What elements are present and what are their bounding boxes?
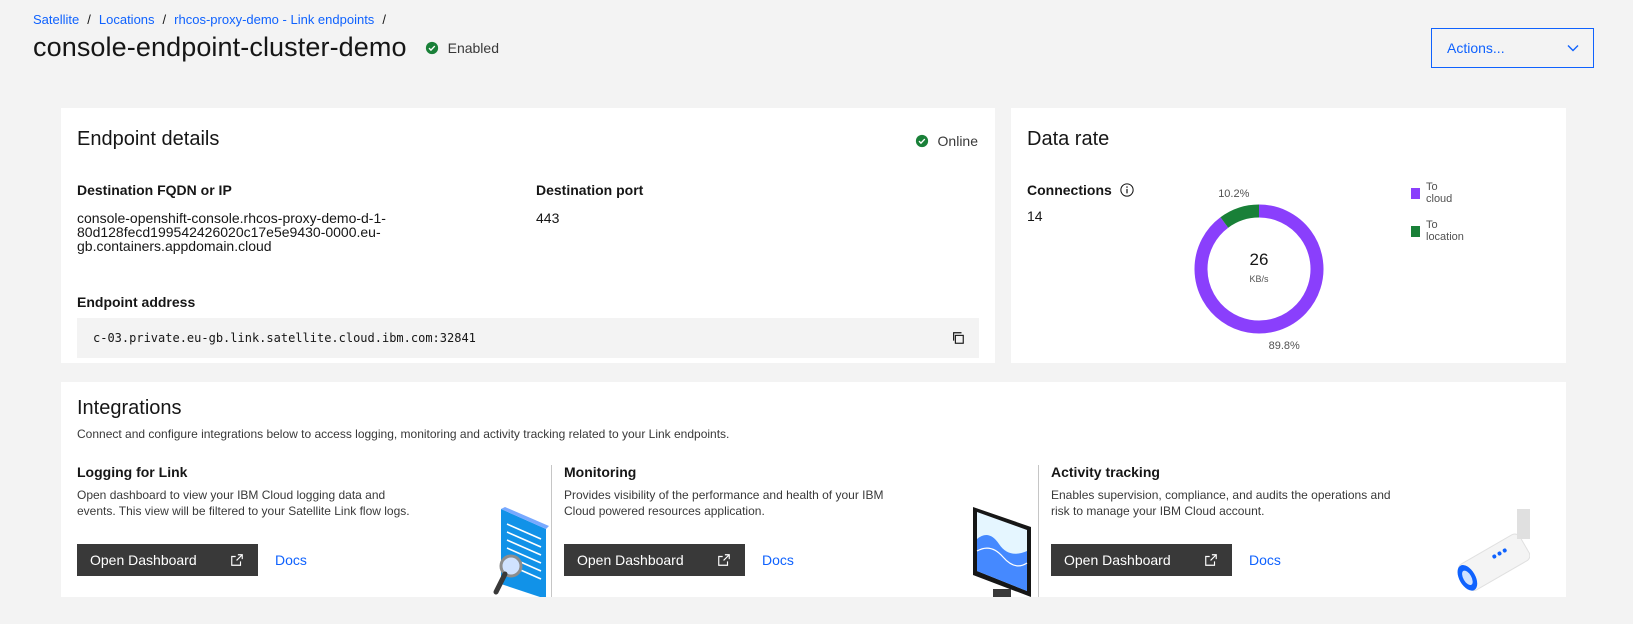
actions-dropdown-label: Actions... [1447, 40, 1505, 56]
open-dashboard-button[interactable]: Open Dashboard [1051, 544, 1232, 576]
integrations-subtitle: Connect and configure integrations below… [77, 427, 730, 441]
fqdn-line: console-openshift-console.rhcos-proxy-de… [77, 210, 386, 226]
integration-title: Monitoring [564, 464, 637, 480]
open-dashboard-button[interactable]: Open Dashboard [564, 544, 745, 576]
connections-label: Connections [1027, 182, 1112, 198]
breadcrumb-separator: / [87, 12, 91, 27]
donut-slice-label: 89.8% [1269, 340, 1300, 352]
checkmark-filled-icon [915, 134, 928, 148]
donut-center-unit: KB/s [1249, 274, 1269, 284]
integration-title: Activity tracking [1051, 464, 1160, 480]
docs-link[interactable]: Docs [762, 552, 794, 568]
endpoint-address-label: Endpoint address [77, 294, 196, 310]
endpoint-details-card: Endpoint details Online Destination FQDN… [61, 108, 995, 363]
open-dashboard-label: Open Dashboard [1064, 552, 1171, 568]
fqdn-line: 80d128fecd199542426020c17e5e9430-0000.eu… [77, 224, 381, 240]
checkmark-filled-icon [425, 41, 438, 54]
integration-logging: Logging for Link Open dashboard to view … [61, 464, 551, 597]
breadcrumb: Satellite / Locations / rhcos-proxy-demo… [33, 12, 386, 27]
legend-label: To cloud [1426, 181, 1453, 205]
data-rate-card: Data rate Connections 14 89.8% 10.2% 26 K… [1011, 108, 1566, 363]
breadcrumb-link-link-endpoints[interactable]: rhcos-proxy-demo - Link endpoints [174, 12, 374, 27]
connections-value: 14 [1027, 208, 1043, 224]
page-header: console-endpoint-cluster-demo Enabled [33, 32, 499, 63]
open-dashboard-button[interactable]: Open Dashboard [77, 544, 258, 576]
chart-legend: To cloud To location [1411, 181, 1464, 257]
online-label: Online [937, 133, 978, 149]
page-title: console-endpoint-cluster-demo [33, 32, 407, 62]
legend-item-to-location[interactable]: To location [1411, 219, 1464, 243]
breadcrumb-link-locations[interactable]: Locations [99, 12, 155, 27]
data-rate-heading: Data rate [1027, 128, 1110, 150]
chevron-down-icon [1567, 45, 1579, 52]
integration-description: Enables supervision, compliance, and aud… [1051, 488, 1391, 518]
legend-swatch [1411, 188, 1420, 199]
fqdn-label: Destination FQDN or IP [77, 182, 232, 198]
integration-title: Logging for Link [77, 464, 188, 480]
integration-description: Provides visibility of the performance a… [564, 488, 884, 518]
endpoint-address-value: c-03.private.eu-gb.link.satellite.cloud.… [93, 331, 476, 345]
copy-icon [953, 332, 964, 344]
launch-icon [718, 554, 730, 566]
monitoring-illustration [973, 507, 1031, 597]
open-dashboard-label: Open Dashboard [577, 552, 684, 568]
status-badge: Enabled [425, 40, 499, 56]
port-value: 443 [536, 210, 560, 226]
docs-link[interactable]: Docs [1249, 552, 1281, 568]
open-dashboard-label: Open Dashboard [90, 552, 197, 568]
integration-monitoring: Monitoring Provides visibility of the pe… [548, 464, 1038, 597]
info-icon[interactable] [1120, 183, 1134, 197]
activity-tracking-illustration [1457, 509, 1530, 592]
legend-item-to-cloud[interactable]: To cloud [1411, 181, 1464, 205]
connections-label-row: Connections [1027, 182, 1134, 198]
integrations-heading: Integrations [77, 397, 182, 419]
copy-button[interactable] [949, 329, 967, 347]
fqdn-line: gb.containers.appdomain.cloud [77, 238, 272, 254]
breadcrumb-separator: / [162, 12, 167, 27]
docs-link[interactable]: Docs [275, 552, 307, 568]
endpoint-address-field: c-03.private.eu-gb.link.satellite.cloud.… [77, 318, 979, 358]
legend-swatch [1411, 226, 1420, 237]
donut-slice-to-location[interactable] [1220, 204, 1260, 228]
launch-icon [231, 554, 243, 566]
actions-dropdown[interactable]: Actions... [1431, 28, 1594, 68]
donut-slice-to-cloud[interactable] [1194, 204, 1324, 334]
integration-description: Open dashboard to view your IBM Cloud lo… [77, 488, 410, 518]
endpoint-details-heading: Endpoint details [77, 128, 220, 150]
status-text: Enabled [447, 39, 499, 56]
integrations-card: Integrations Connect and configure integ… [61, 382, 1566, 597]
online-status: Online [915, 133, 978, 149]
donut-slice-label: 10.2% [1218, 188, 1249, 200]
launch-icon [1205, 554, 1217, 566]
breadcrumb-separator: / [382, 12, 386, 27]
logging-illustration [493, 507, 549, 597]
fqdn-value: console-openshift-console.rhcos-proxy-de… [77, 211, 437, 253]
legend-label: To location [1426, 219, 1464, 243]
integration-activity-tracking: Activity tracking Enables supervision, c… [1035, 464, 1530, 597]
port-label: Destination port [536, 182, 644, 198]
breadcrumb-link-satellite[interactable]: Satellite [33, 12, 79, 27]
donut-center-value: 26 [1250, 250, 1269, 269]
